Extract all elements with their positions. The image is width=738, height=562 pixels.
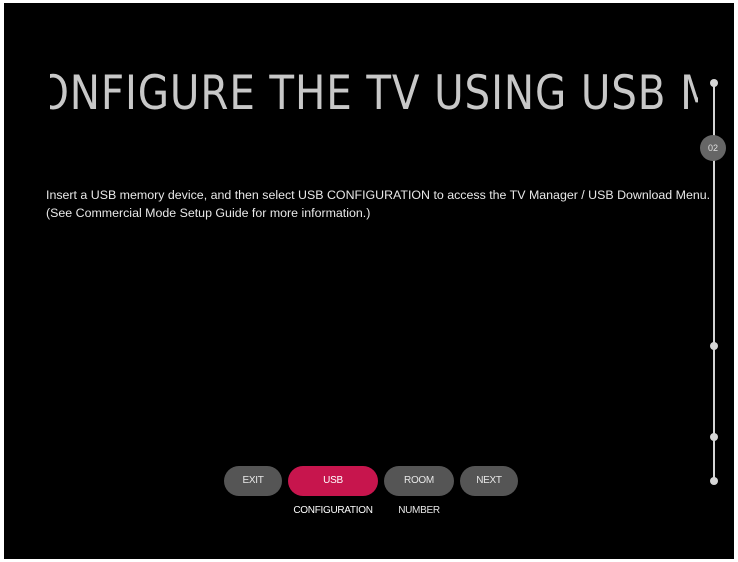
progress-dot-end (710, 477, 718, 485)
exit-button[interactable]: EXIT (224, 466, 282, 496)
room-number-button[interactable]: ROOM NUMBER (384, 466, 454, 516)
progress-dot-lower (710, 433, 718, 441)
instruction-text: Insert a USB memory device, and then sel… (46, 186, 711, 222)
current-step-badge: 02 (700, 135, 726, 161)
usb-configuration-button[interactable]: USB CONFIGURATION (288, 466, 378, 516)
page-title-viewport: CONFIGURE THE TV USING USB MEMORY DEVICE (50, 61, 698, 127)
instruction-line-2: (See Commercial Mode Setup Guide for mor… (46, 206, 371, 220)
action-buttons: EXIT USB CONFIGURATION ROOM NUMBER NEXT (224, 466, 518, 516)
progress-dot-start (710, 79, 718, 87)
instruction-line-1: Insert a USB memory device, and then sel… (46, 188, 711, 202)
progress-dot-middle (710, 342, 718, 350)
next-button[interactable]: NEXT (460, 466, 518, 496)
setup-screen: CONFIGURE THE TV USING USB MEMORY DEVICE… (4, 3, 734, 559)
page-title: CONFIGURE THE TV USING USB MEMORY DEVICE (50, 66, 698, 121)
setup-progress-indicator: 02 (699, 79, 729, 485)
